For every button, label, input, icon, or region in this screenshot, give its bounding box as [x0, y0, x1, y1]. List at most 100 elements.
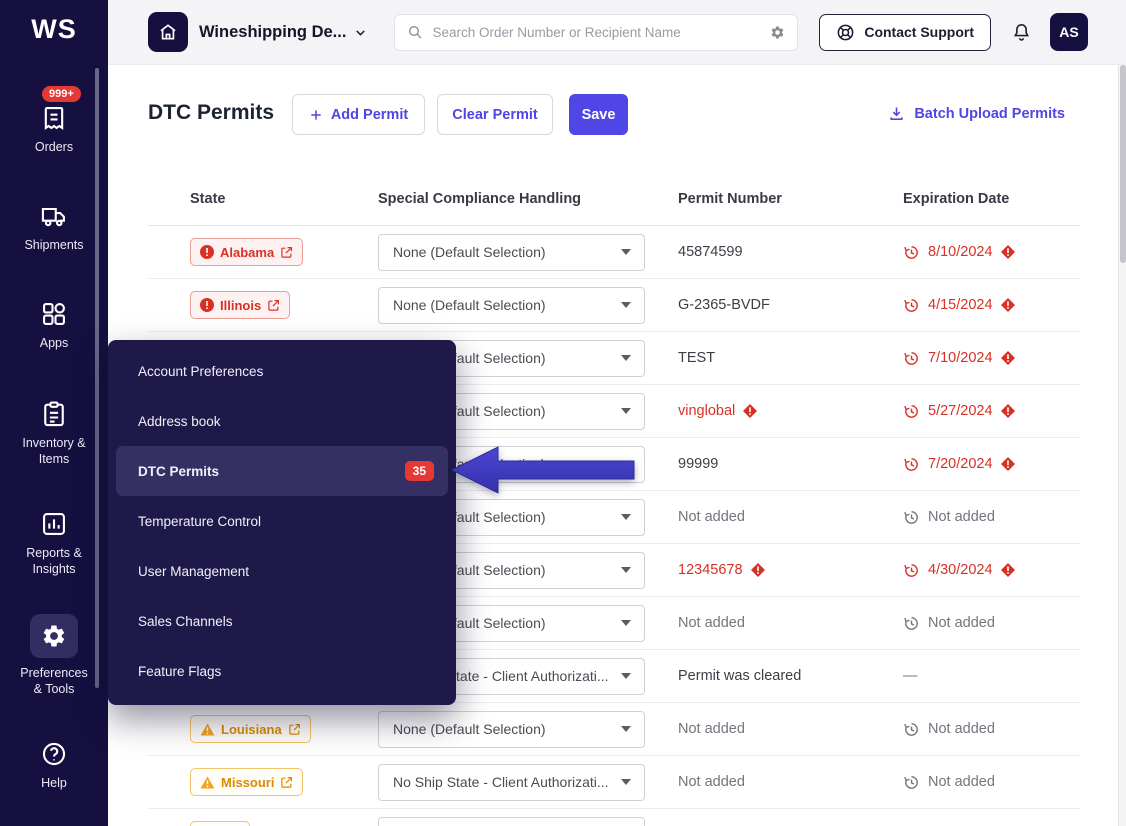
state-cell: [148, 821, 378, 826]
search-input[interactable]: [432, 25, 761, 40]
table-header-row: State Special Compliance Handling Permit…: [148, 172, 1080, 226]
workspace-name: Wineshipping De...: [199, 23, 346, 42]
compliance-select[interactable]: [378, 817, 645, 826]
sidebar-item-help[interactable]: Help: [0, 740, 108, 791]
save-label: Save: [582, 107, 616, 123]
save-button[interactable]: Save: [569, 94, 628, 135]
notifications-bell-icon[interactable]: [1011, 22, 1032, 43]
permit-number: vinglobal: [678, 403, 735, 419]
column-header-compliance: Special Compliance Handling: [378, 191, 678, 207]
expiration-cell: 4/30/2024: [903, 562, 1080, 579]
state-cell: Alabama: [148, 238, 378, 266]
menu-item-feature-flags[interactable]: Feature Flags: [116, 646, 448, 696]
menu-item-badge: 35: [405, 461, 434, 481]
chevron-down-icon: [621, 408, 631, 414]
history-clock-icon: [903, 615, 920, 632]
compliance-select[interactable]: None (Default Selection): [378, 234, 645, 271]
clear-permit-button[interactable]: Clear Permit: [437, 94, 553, 135]
state-name: Missouri: [221, 775, 274, 790]
sidebar-item-orders[interactable]: 999+ Orders: [0, 104, 108, 155]
batch-upload-link[interactable]: Batch Upload Permits: [888, 105, 1065, 122]
compliance-value: None (Default Selection): [393, 721, 546, 737]
state-badge[interactable]: Missouri: [190, 768, 303, 796]
menu-item-user-management[interactable]: User Management: [116, 546, 448, 596]
state-badge[interactable]: Alabama: [190, 238, 303, 266]
expiration-cell: Not added: [903, 774, 1080, 791]
sidebar-item-shipments[interactable]: Shipments: [0, 202, 108, 253]
table-row: Louisiana None (Default Selection) Not a…: [148, 703, 1080, 756]
batch-upload-label: Batch Upload Permits: [914, 106, 1065, 122]
error-circle-icon: [200, 245, 214, 259]
state-cell: Illinois: [148, 291, 378, 319]
history-clock-icon: [903, 721, 920, 738]
add-permit-label: Add Permit: [331, 107, 408, 123]
menu-item-address-book[interactable]: Address book: [116, 396, 448, 446]
permit-number: Not added: [678, 721, 745, 737]
state-badge[interactable]: [190, 821, 250, 826]
menu-item-dtc-permits[interactable]: DTC Permits 35: [116, 446, 448, 496]
column-header-state: State: [148, 191, 378, 207]
menu-item-temperature-control[interactable]: Temperature Control: [116, 496, 448, 546]
sidebar-label: Inventory & Items: [15, 435, 93, 468]
orders-icon: [40, 104, 68, 132]
contact-support-label: Contact Support: [864, 24, 974, 40]
contact-support-button[interactable]: Contact Support: [819, 14, 991, 51]
chevron-down-icon: [621, 779, 631, 785]
state-badge[interactable]: Illinois: [190, 291, 290, 319]
compliance-cell: [378, 817, 678, 826]
permit-cell: Not added: [678, 721, 903, 737]
table-row: [148, 809, 1080, 826]
chevron-down-icon: [621, 249, 631, 255]
permit-number: Not added: [678, 615, 745, 631]
permit-cell: 99999: [678, 456, 903, 472]
compliance-cell: No Ship State - Client Authorizati...: [378, 764, 678, 801]
main-scrollbar-thumb[interactable]: [1120, 65, 1126, 263]
permit-cell: Permit was cleared: [678, 668, 903, 684]
history-clock-icon: [903, 244, 920, 261]
search-settings-gear-icon[interactable]: [770, 25, 785, 40]
annotation-arrow: [448, 440, 638, 500]
menu-item-label: Address book: [138, 414, 221, 429]
workspace-switcher[interactable]: Wineshipping De...: [188, 23, 368, 42]
sidebar-label: Shipments: [24, 237, 83, 253]
expiration-cell: Not added: [903, 721, 1080, 738]
column-header-permit: Permit Number: [678, 191, 903, 207]
state-badge[interactable]: Louisiana: [190, 715, 311, 743]
apps-grid-icon: [40, 300, 68, 328]
chevron-down-icon: [621, 673, 631, 679]
error-diamond-icon: [1001, 457, 1015, 471]
sidebar-item-preferences[interactable]: Preferences & Tools: [0, 614, 108, 698]
menu-item-sales-channels[interactable]: Sales Channels: [116, 596, 448, 646]
workspace-tile-button[interactable]: [148, 12, 188, 52]
error-diamond-icon: [1001, 351, 1015, 365]
history-clock-icon: [903, 350, 920, 367]
expiration-date: Not added: [928, 615, 995, 631]
download-icon: [888, 105, 905, 122]
sidebar-scrollbar[interactable]: [95, 68, 99, 688]
sidebar-item-apps[interactable]: Apps: [0, 300, 108, 351]
menu-item-label: DTC Permits: [138, 464, 219, 479]
compliance-select[interactable]: None (Default Selection): [378, 711, 645, 748]
permit-number: TEST: [678, 350, 715, 366]
user-avatar[interactable]: AS: [1050, 13, 1088, 51]
expiration-cell: 7/10/2024: [903, 350, 1080, 367]
compliance-select[interactable]: No Ship State - Client Authorizati...: [378, 764, 645, 801]
compliance-cell: None (Default Selection): [378, 711, 678, 748]
permit-number: Not added: [678, 774, 745, 790]
state-name: Louisiana: [221, 722, 282, 737]
compliance-cell: None (Default Selection): [378, 287, 678, 324]
add-permit-button[interactable]: Add Permit: [292, 94, 425, 135]
menu-item-account-preferences[interactable]: Account Preferences: [116, 346, 448, 396]
chevron-down-icon: [621, 726, 631, 732]
history-clock-icon: [903, 297, 920, 314]
main-scrollbar[interactable]: [1118, 65, 1126, 826]
compliance-cell: None (Default Selection): [378, 234, 678, 271]
compliance-select[interactable]: None (Default Selection): [378, 287, 645, 324]
permit-cell: Not added: [678, 774, 903, 790]
sidebar-item-inventory[interactable]: Inventory & Items: [0, 400, 108, 468]
external-link-icon: [280, 246, 293, 259]
permit-number: 12345678: [678, 562, 743, 578]
building-icon: [158, 22, 178, 42]
expiration-date: 4/30/2024: [928, 562, 993, 578]
sidebar-item-reports[interactable]: Reports & Insights: [0, 510, 108, 578]
